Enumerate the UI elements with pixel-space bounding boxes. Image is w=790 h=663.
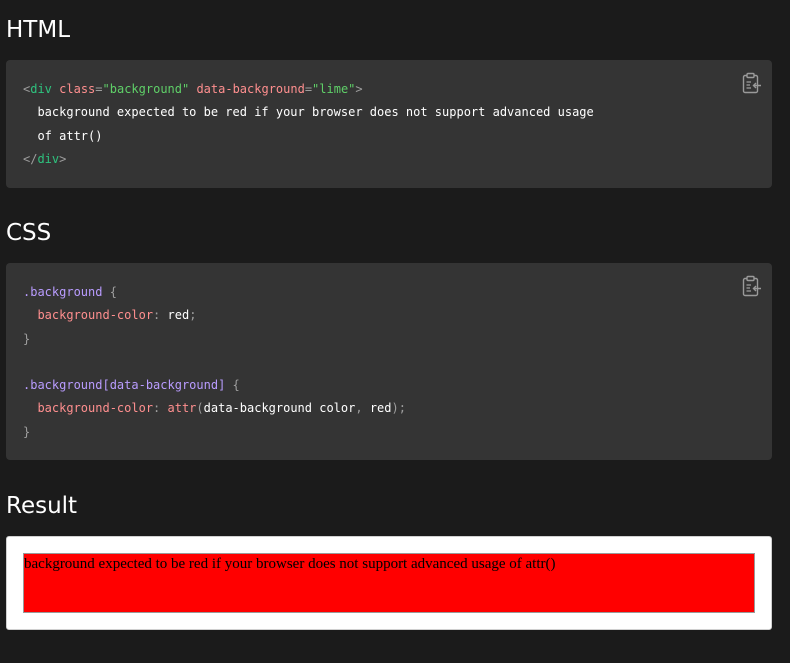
code-line: } bbox=[23, 331, 31, 346]
code-line: .background { bbox=[23, 281, 406, 304]
code-tag: div bbox=[30, 82, 52, 96]
code-line: <div class="background" data-background=… bbox=[23, 78, 594, 101]
code-line: background-color: red; bbox=[23, 304, 406, 327]
code-string: "lime" bbox=[312, 82, 356, 96]
code-punct: { bbox=[225, 378, 240, 393]
code-attr: class bbox=[51, 82, 96, 96]
code-property: background-color bbox=[23, 401, 154, 416]
clipboard-copy-icon[interactable] bbox=[742, 275, 762, 297]
code-punct: ; bbox=[189, 308, 197, 323]
code-selector: .background[data-background] bbox=[23, 378, 226, 393]
code-punct: ) bbox=[391, 401, 399, 416]
code-punct: > bbox=[355, 82, 363, 96]
html-code-block: <div class="background" data-background=… bbox=[6, 60, 772, 188]
code-line: </div> bbox=[23, 148, 594, 171]
css-code: .background { background-color: red;} .ba… bbox=[23, 281, 406, 444]
code-value: red bbox=[160, 308, 190, 323]
code-punct: </ bbox=[23, 151, 38, 166]
code-punct: = bbox=[304, 82, 313, 96]
result-section-heading: Result bbox=[6, 493, 78, 519]
clipboard-copy-icon[interactable] bbox=[742, 72, 762, 94]
css-code-block: .background { background-color: red;} .ba… bbox=[6, 263, 772, 460]
result-frame: background expected to be red if your br… bbox=[6, 536, 772, 630]
code-line: background-color: attr(data-background c… bbox=[23, 397, 406, 420]
html-section-heading: HTML bbox=[6, 17, 71, 43]
code-tag: div bbox=[37, 151, 60, 166]
code-punct: = bbox=[95, 82, 103, 96]
code-punct: , bbox=[355, 401, 363, 416]
page: HTML <div class="background" data-backgr… bbox=[0, 0, 790, 663]
code-attr: data-background bbox=[189, 82, 305, 96]
code-function: attr bbox=[160, 401, 197, 416]
code-property: background-color bbox=[23, 308, 154, 323]
code-punct: { bbox=[102, 285, 117, 299]
code-selector: .background bbox=[23, 285, 103, 299]
code-value: red bbox=[362, 401, 392, 416]
code-line: background expected to be red if your br… bbox=[23, 105, 594, 120]
code-punct: ; bbox=[398, 401, 406, 416]
code-line: of attr() bbox=[23, 128, 103, 143]
result-text: background expected to be red if your br… bbox=[24, 556, 556, 572]
css-section-heading: CSS bbox=[6, 220, 52, 246]
code-punct: > bbox=[59, 151, 67, 166]
code-line: .background[data-background] { bbox=[23, 374, 406, 397]
code-value: data-background color bbox=[203, 401, 356, 416]
result-background-div: background expected to be red if your br… bbox=[23, 553, 755, 613]
code-punct: ( bbox=[196, 401, 204, 416]
code-string: "background" bbox=[102, 82, 190, 96]
html-code: <div class="background" data-background=… bbox=[23, 78, 594, 171]
code-line: } bbox=[23, 424, 31, 439]
